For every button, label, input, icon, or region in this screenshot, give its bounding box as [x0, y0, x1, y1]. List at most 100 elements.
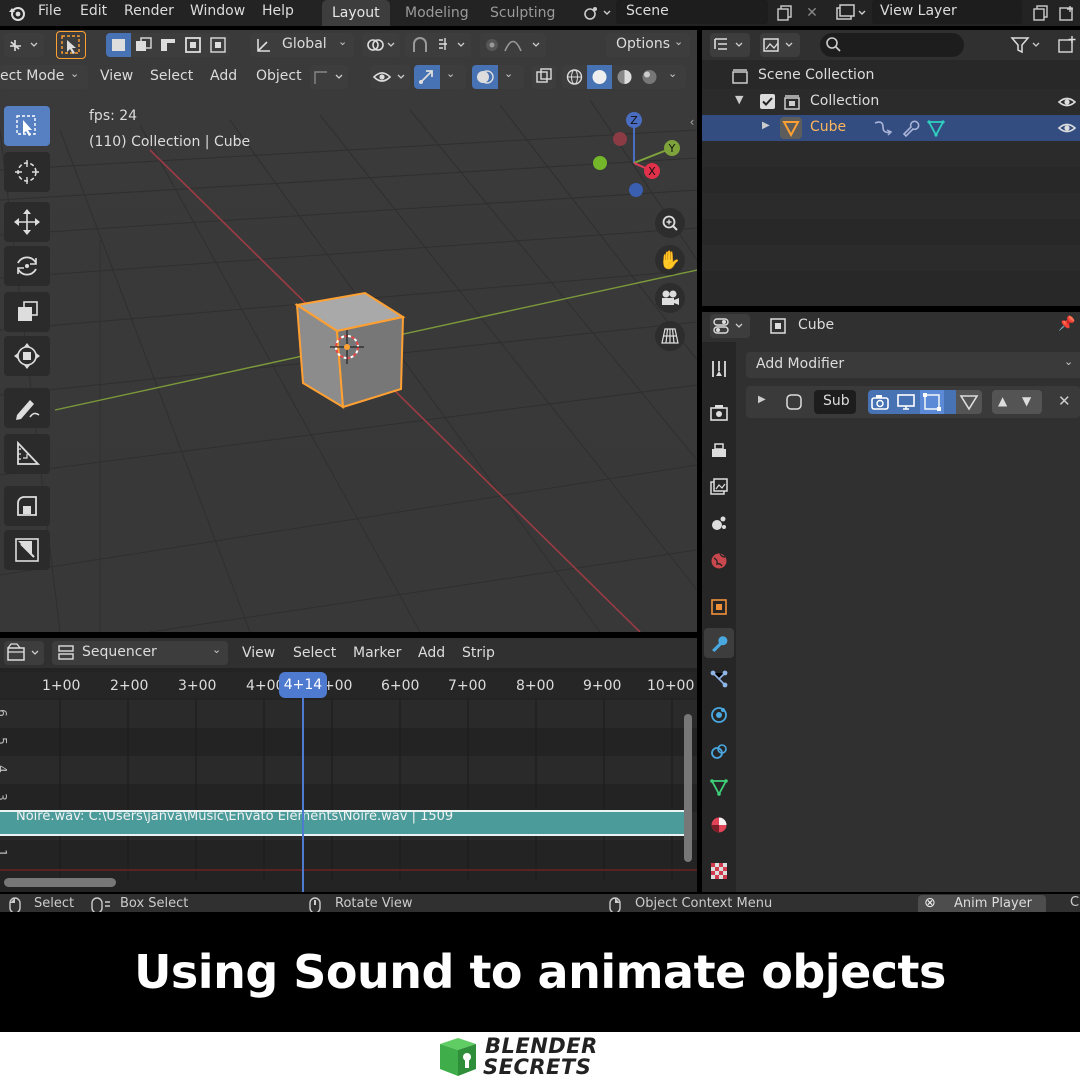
view-layer-name[interactable]: View Layer — [880, 3, 957, 19]
cursor-tool-icon[interactable] — [4, 152, 50, 192]
blender-logo-icon[interactable] — [6, 2, 28, 24]
proportional-editing-icon[interactable] — [480, 33, 546, 57]
menu-help[interactable]: Help — [262, 3, 294, 19]
solid-shading-icon[interactable] — [587, 65, 612, 89]
zoom-icon[interactable] — [655, 208, 685, 238]
perspective-grid-icon[interactable] — [655, 321, 685, 351]
pin-icon[interactable]: 📌 — [1058, 316, 1075, 332]
xray-toggle-icon[interactable] — [532, 65, 556, 89]
select-mode-extend-icon[interactable] — [131, 33, 156, 57]
tab-sculpting[interactable]: Sculpting — [480, 0, 565, 26]
view-layer-icon[interactable] — [832, 2, 870, 24]
object-type-dropdown[interactable] — [310, 65, 348, 89]
output-tab-icon[interactable] — [706, 438, 732, 464]
sequencer-menu-select[interactable]: Select — [293, 645, 336, 661]
camera-view-icon[interactable] — [655, 283, 685, 313]
viewport-menu-select[interactable]: Select — [150, 68, 193, 84]
annotate-tool-icon[interactable] — [4, 388, 50, 428]
overlays-toggle[interactable]: ⌄ — [472, 65, 524, 89]
copy-view-layer-icon[interactable] — [1030, 2, 1052, 24]
options-dropdown[interactable]: Options ⌄ — [606, 33, 690, 57]
channel-area[interactable]: 6 5 4 3 2 1 Noire.wav: C:\Users\janva\Mu… — [0, 700, 697, 880]
pan-hand-icon[interactable]: ✋ — [655, 245, 685, 275]
world-tab-icon[interactable] — [706, 548, 732, 574]
sequencer-editor-type-dropdown[interactable] — [4, 641, 44, 665]
properties-editor-type-dropdown[interactable] — [710, 314, 750, 338]
rendered-shading-icon[interactable] — [637, 65, 662, 89]
sequencer-menu-add[interactable]: Add — [418, 645, 445, 661]
wireframe-shading-icon[interactable] — [562, 65, 587, 89]
playhead-line[interactable] — [302, 696, 304, 892]
menu-window[interactable]: Window — [190, 3, 245, 19]
pivot-link-icon[interactable] — [362, 33, 400, 57]
editor-type-dropdown[interactable] — [710, 33, 750, 57]
outliner-row-scene-collection[interactable]: Scene Collection — [702, 63, 1080, 89]
select-mode-invert-icon[interactable] — [181, 33, 206, 57]
tab-modeling[interactable]: Modeling — [395, 0, 479, 26]
gizmo-toggle[interactable]: ⌄ — [414, 65, 466, 89]
select-box-tool-icon[interactable] — [4, 106, 50, 146]
expand-arrow-icon[interactable]: ▶ — [758, 394, 766, 405]
checkbox-icon[interactable] — [760, 94, 775, 109]
filter-icon[interactable] — [1008, 34, 1044, 56]
tool-settings-tab-icon[interactable] — [706, 356, 732, 382]
cube-object[interactable] — [285, 285, 415, 415]
current-frame-indicator[interactable]: 4+14 — [279, 672, 327, 698]
sidebar-toggle-icon[interactable]: ‹ — [686, 114, 697, 130]
rotate-tool-icon[interactable] — [4, 246, 50, 286]
render-tab-icon[interactable] — [706, 400, 732, 426]
3d-viewport[interactable]: fps: 24 (110) Collection | Cube Z Y X ✋ — [0, 30, 697, 632]
transform-orientation-dropdown[interactable]: Global ⌄ — [250, 33, 354, 57]
scene-selector-icon[interactable] — [580, 2, 614, 24]
snap-toggle-icon[interactable] — [405, 33, 471, 57]
sequencer-menu-marker[interactable]: Marker — [353, 645, 401, 661]
close-scene-icon[interactable]: ✕ — [802, 2, 822, 24]
move-down-icon[interactable]: ▼ — [1022, 394, 1031, 408]
overlays-icon[interactable] — [472, 65, 498, 89]
viewport-menu-object[interactable]: Object — [256, 68, 302, 84]
modifier-tab-icon[interactable] — [704, 628, 734, 658]
copy-scene-icon[interactable] — [774, 2, 796, 24]
scene-name[interactable]: Scene — [626, 3, 669, 19]
remove-modifier-icon[interactable]: ✕ — [1058, 392, 1071, 410]
select-tool-button[interactable] — [56, 31, 86, 59]
move-tool-icon[interactable] — [4, 202, 50, 242]
horizontal-scrollbar[interactable] — [4, 878, 116, 887]
sequencer-menu-view[interactable]: View — [242, 645, 275, 661]
transform-pivot-dropdown[interactable] — [4, 33, 44, 57]
material-tab-icon[interactable] — [706, 812, 732, 838]
material-shading-icon[interactable] — [612, 65, 637, 89]
constraints-tab-icon[interactable] — [706, 738, 732, 764]
select-mode-new-icon[interactable] — [106, 33, 131, 57]
add-cube-tool-icon[interactable] — [4, 486, 50, 526]
sequencer-view-type-dropdown[interactable]: Sequencer ⌄ — [52, 641, 228, 665]
add-view-layer-icon[interactable] — [1056, 2, 1078, 24]
scale-tool-icon[interactable] — [4, 292, 50, 332]
interaction-mode-dropdown[interactable]: ect Mode ⌄ — [0, 65, 88, 89]
vertical-scrollbar[interactable] — [684, 714, 692, 862]
tab-layout[interactable]: Layout — [322, 0, 390, 26]
select-mode-intersect-icon[interactable] — [206, 33, 230, 57]
data-tab-icon[interactable] — [706, 774, 732, 800]
move-up-icon[interactable]: ▲ — [998, 394, 1007, 408]
navigation-gizmo[interactable]: Z Y X — [584, 108, 684, 208]
on-cage-toggle[interactable] — [956, 390, 982, 414]
outliner-search-input[interactable] — [820, 33, 964, 57]
transform-tool-icon[interactable] — [4, 336, 50, 376]
select-mode-subtract-icon[interactable] — [156, 33, 181, 57]
expand-arrow-icon[interactable]: ▶ — [762, 120, 770, 131]
physics-tab-icon[interactable] — [706, 702, 732, 728]
viewport-menu-add[interactable]: Add — [210, 68, 237, 84]
anim-player-button[interactable]: ⊗ Anim Player — [918, 895, 1046, 912]
viewport-menu-view[interactable]: View — [100, 68, 133, 84]
new-collection-icon[interactable] — [1056, 34, 1078, 56]
scale-cage-tool-icon[interactable] — [4, 530, 50, 570]
texture-tab-icon[interactable] — [706, 858, 732, 884]
measure-tool-icon[interactable] — [4, 434, 50, 474]
scene-tab-icon[interactable] — [706, 510, 732, 536]
menu-render[interactable]: Render — [124, 3, 174, 19]
menu-file[interactable]: File — [38, 3, 61, 19]
outliner-row-cube[interactable]: ▶ Cube — [702, 115, 1080, 141]
visibility-eye-icon[interactable] — [370, 65, 410, 89]
view-layer-tab-icon[interactable] — [706, 474, 732, 500]
